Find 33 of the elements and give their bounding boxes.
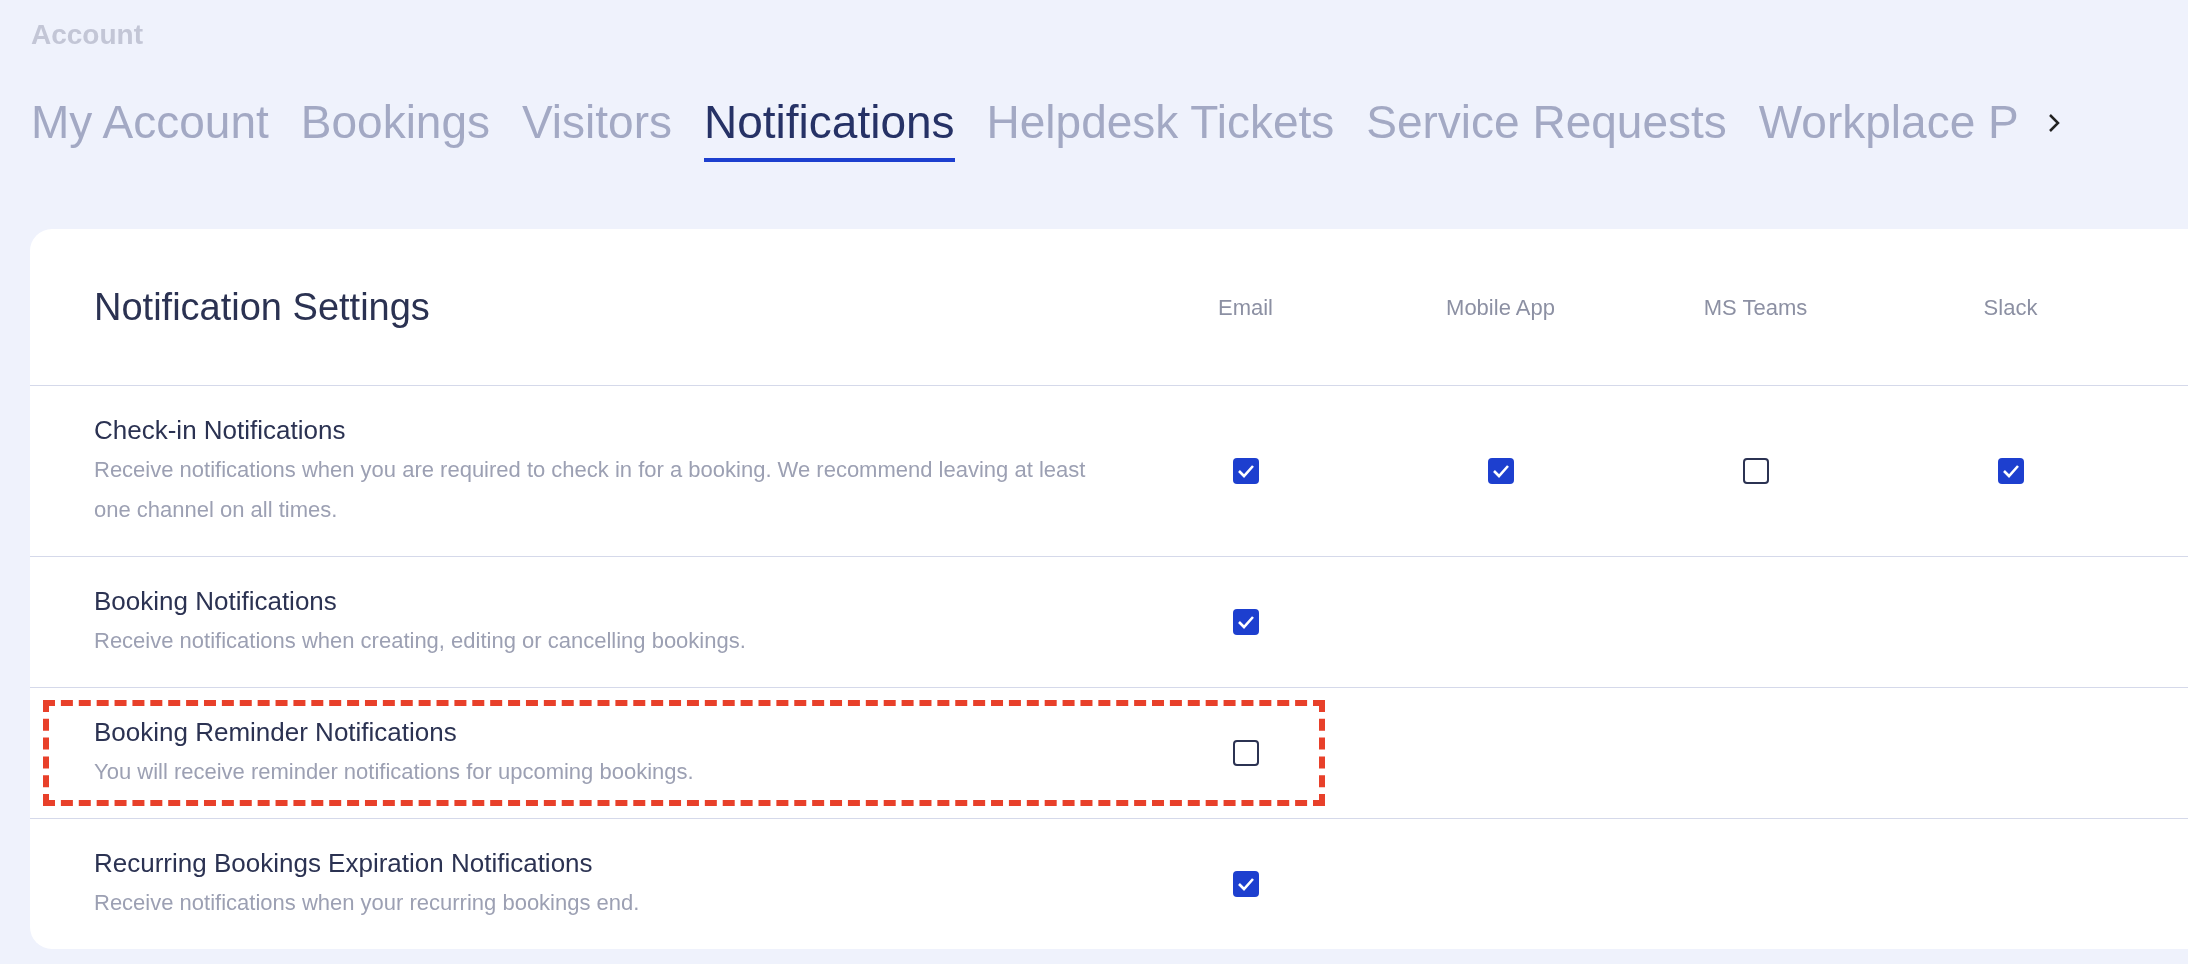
checkbox[interactable] bbox=[1232, 871, 1259, 897]
checkmark-icon bbox=[1491, 464, 1510, 478]
tab[interactable]: Notifications bbox=[704, 94, 955, 162]
tab[interactable]: Bookings bbox=[300, 94, 490, 162]
checkbox[interactable] bbox=[1232, 740, 1259, 766]
checkbox[interactable] bbox=[1232, 458, 1259, 484]
setting-description: Receive notifications when creating, editing or cancelling bookings. bbox=[94, 627, 746, 655]
setting-description: Receive notifications when your recurring bookings end. bbox=[94, 889, 640, 917]
tab[interactable]: Visitors bbox=[522, 94, 672, 162]
card-title: Notification Settings bbox=[94, 284, 430, 330]
tab[interactable]: Helpdesk Tickets bbox=[986, 94, 1335, 162]
checkbox[interactable] bbox=[1232, 609, 1259, 635]
column-header: Mobile App bbox=[1446, 293, 1555, 322]
checkbox[interactable] bbox=[1997, 458, 2024, 484]
column-header: Slack bbox=[1983, 293, 2038, 322]
setting-description: Receive notifications when you are required to check in for a booking. We recommend leaving at least one channel on all times. bbox=[94, 456, 1087, 524]
setting-title: Recurring Bookings Expiration Notifications bbox=[94, 847, 593, 880]
checkmark-icon bbox=[2001, 464, 2020, 478]
setting-title: Booking Reminder Notifications bbox=[94, 716, 457, 749]
setting-description: You will receive reminder notifications for upcoming bookings. bbox=[94, 758, 694, 786]
checkmark-icon bbox=[1236, 877, 1255, 891]
checkmark-icon bbox=[1236, 464, 1255, 478]
tab[interactable]: Workplace P bbox=[1758, 94, 2019, 162]
setting-title: Check-in Notifications bbox=[94, 414, 346, 447]
setting-title: Booking Notifications bbox=[94, 585, 337, 618]
checkbox[interactable] bbox=[1742, 458, 1769, 484]
column-header: Email bbox=[1218, 293, 1273, 322]
checkbox[interactable] bbox=[1487, 458, 1514, 484]
tab[interactable]: Service Requests bbox=[1366, 94, 1727, 162]
chevron-right-icon[interactable] bbox=[2046, 112, 2061, 134]
column-header: MS Teams bbox=[1703, 293, 1808, 322]
tab[interactable]: My Account bbox=[31, 94, 269, 162]
checkmark-icon bbox=[1236, 615, 1255, 629]
